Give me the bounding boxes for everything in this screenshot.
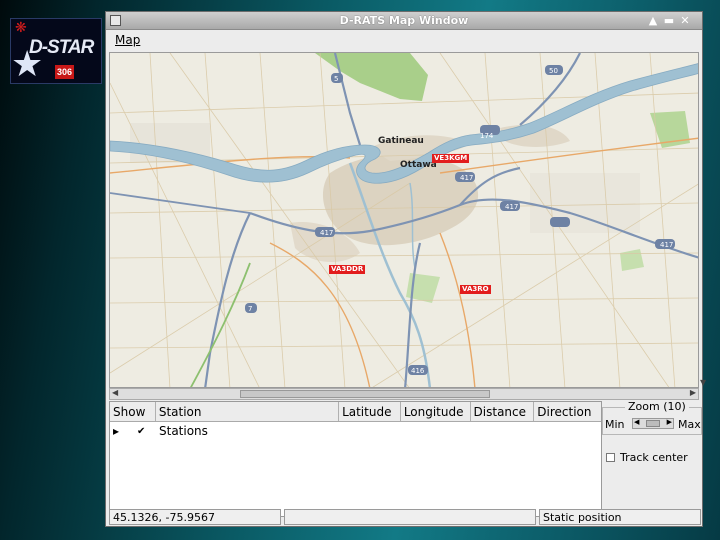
station-marker[interactable]: VA3RO (460, 285, 491, 294)
scroll-right-arrow-icon[interactable]: ▶ (690, 388, 696, 397)
shield-label: 417 (320, 229, 334, 237)
zoom-group: Zoom (10) Min ◀ ▶ Max (602, 400, 702, 435)
show-checkbox[interactable]: ✔ (134, 426, 156, 437)
menu-bar: Map (106, 30, 702, 50)
shield-label: 417 (660, 241, 674, 249)
status-coordinates: 45.1326, -75.9567 (109, 509, 281, 525)
slider-right-arrow-icon[interactable]: ▶ (667, 418, 672, 426)
station-marker[interactable]: VE3KGM (432, 154, 470, 163)
scroll-left-arrow-icon[interactable]: ◀ (112, 388, 118, 397)
column-longitude[interactable]: Longitude (401, 402, 471, 421)
track-center-option[interactable]: Track center (606, 451, 688, 464)
title-bar: D-RATS Map Window ▲ ▬ ✕ (106, 12, 702, 30)
station-marker[interactable]: VA3DDR (329, 265, 366, 274)
shield-label: 7 (248, 305, 253, 313)
logo-badge: 306 (55, 65, 74, 79)
table-header: Show Station Latitude Longitude Distance… (110, 402, 601, 422)
slider-left-arrow-icon[interactable]: ◀ (634, 418, 639, 426)
column-show[interactable]: Show (110, 402, 156, 421)
shield-label: 50 (549, 67, 558, 75)
shade-button[interactable]: ▲ (647, 14, 659, 27)
shield-label: 416 (411, 367, 425, 375)
track-center-checkbox[interactable] (606, 453, 615, 462)
zoom-max-label: Max (678, 418, 701, 431)
station-table: Show Station Latitude Longitude Distance… (109, 401, 602, 517)
column-station[interactable]: Station (156, 402, 340, 421)
expander-icon[interactable]: ▸ (110, 424, 134, 438)
zoom-slider-handle[interactable] (646, 420, 660, 427)
window-title: D-RATS Map Window (339, 14, 469, 27)
maple-leaf-icon: ❋ (15, 20, 27, 36)
map-window: D-RATS Map Window ▲ ▬ ✕ Map Ottawa Gatin… (105, 11, 706, 527)
column-latitude[interactable]: Latitude (339, 402, 401, 421)
column-distance[interactable]: Distance (471, 402, 535, 421)
shield-label: 5 (334, 75, 339, 83)
zoom-panel: Zoom (10) Min ◀ ▶ Max Track center (602, 400, 702, 517)
d-star-logo: ❋ ★ D-STAR 306 (10, 18, 102, 84)
zoom-label: Zoom (10) (625, 400, 689, 413)
track-center-label: Track center (620, 451, 688, 464)
station-name: Stations (159, 424, 208, 438)
shield-label: 417 (460, 174, 474, 182)
map-canvas[interactable]: Ottawa Gatineau VE3KGM VA3DDR VA3RO 174 … (109, 52, 699, 388)
zoom-slider[interactable]: ◀ ▶ (632, 418, 674, 429)
map-horizontal-scrollbar[interactable]: ◀ ▶ (109, 388, 699, 400)
shield-label: 174 (480, 132, 494, 140)
shield-label: 417 (505, 203, 519, 211)
minimize-button[interactable]: ▬ (663, 14, 675, 27)
table-row[interactable]: ▸ ✔ Stations (110, 422, 601, 440)
label-gatineau: Gatineau (378, 136, 424, 146)
close-button[interactable]: ✕ (679, 14, 691, 27)
scrollbar-thumb[interactable] (240, 390, 490, 398)
status-mode: Static position (539, 509, 701, 525)
status-bar: 45.1326, -75.9567 Static position (109, 509, 701, 525)
column-direction[interactable]: Direction (534, 402, 601, 421)
menu-map[interactable]: Map (115, 33, 140, 47)
status-message (284, 509, 536, 525)
logo-text: D-STAR (29, 37, 94, 58)
scroll-down-arrow-icon[interactable]: ▼ (700, 378, 710, 388)
zoom-min-label: Min (605, 418, 625, 431)
map-tiles (110, 53, 698, 387)
